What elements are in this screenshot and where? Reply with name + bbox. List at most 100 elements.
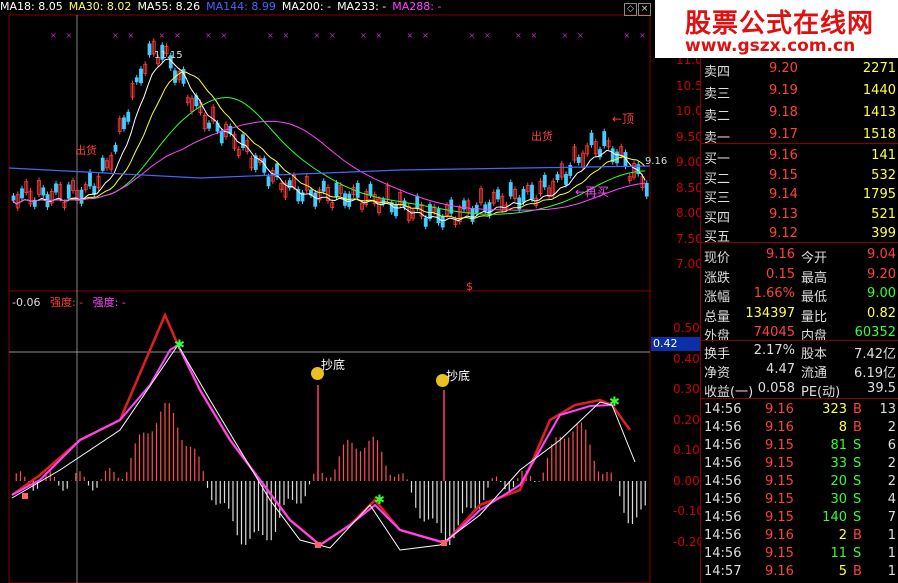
candle-body <box>11 195 16 201</box>
candle-body <box>100 157 105 171</box>
tick-side: B <box>853 420 862 435</box>
indicator-axis-tick: 0.10 <box>673 443 700 457</box>
panel-divider <box>701 242 898 243</box>
tick-price: 9.15 <box>765 474 794 489</box>
candle-body <box>368 183 373 196</box>
price-axis-tick: 7.50 <box>676 231 703 246</box>
quote-value: 74045 <box>753 325 795 340</box>
signal-cross-icon: × <box>469 31 476 40</box>
order-price: 9.18 <box>769 105 798 120</box>
candle-body <box>334 182 339 198</box>
tick-price: 9.15 <box>765 510 794 525</box>
order-book-row: 卖四 9.20 2271 <box>701 60 898 80</box>
candle-body <box>415 195 420 209</box>
order-book-row: 卖二 9.18 1413 <box>701 104 898 124</box>
tick-row: 14:56 9.16 2 B 1 <box>701 527 898 545</box>
signal-cross-icon: × <box>407 31 414 40</box>
restore-icon[interactable]: ◇ <box>624 3 637 16</box>
order-price: 9.19 <box>769 83 798 98</box>
stat-value: 4.47 <box>766 362 795 377</box>
sell-arrow-icon: ✱ <box>609 395 620 410</box>
signal-cross-icon: × <box>66 31 73 40</box>
top-signal-label: ←顶 <box>612 112 635 126</box>
candle-body <box>589 132 594 146</box>
order-book-row: 买五 9.12 399 <box>701 225 898 245</box>
tick-count: 6 <box>887 438 896 453</box>
order-price: 9.17 <box>769 127 798 142</box>
tick-side: B <box>853 528 862 543</box>
indicator-legend: -0.06 强度: - 强度: - <box>12 296 126 309</box>
signal-cross-icon: × <box>221 31 228 40</box>
ma-legend-item: MA55: 8.26 <box>137 0 201 13</box>
tick-count: 1 <box>887 528 896 543</box>
tick-volume: 30 <box>830 492 847 507</box>
quote-label: 现价 <box>704 251 731 266</box>
candle-body <box>20 188 24 199</box>
ma-line <box>11 71 646 220</box>
close-icon[interactable]: × <box>638 3 651 16</box>
tick-time: 14:56 <box>704 546 742 561</box>
last-price-tag: 9.16 <box>645 156 668 167</box>
quote-label: 量比 <box>801 309 828 325</box>
candle-body <box>126 111 131 122</box>
tick-time: 14:56 <box>704 474 742 489</box>
tick-row: 14:56 9.15 81 S 6 <box>701 437 898 455</box>
ma-legend-item: MA200: - <box>281 0 332 13</box>
tick-price: 9.16 <box>765 420 794 435</box>
indicator-axis-tick: 0.50 <box>673 321 700 335</box>
buy-marker-icon <box>22 493 28 499</box>
signal-cross-icon: × <box>267 31 274 40</box>
order-volume: 1518 <box>862 127 896 142</box>
candle-body <box>347 193 352 207</box>
candle-body <box>564 174 568 185</box>
order-price: 9.16 <box>769 148 798 163</box>
candle-body <box>113 144 118 152</box>
order-volume: 521 <box>871 206 896 222</box>
indicator-axis-tick: 0.30 <box>673 382 700 396</box>
signal-cross-icon: × <box>174 31 181 40</box>
tick-volume: 140 <box>822 510 847 525</box>
ma-line <box>11 97 646 215</box>
dollar-marker: $ <box>466 280 473 293</box>
price-axis-tick: 8.00 <box>676 206 703 220</box>
tick-count: 4 <box>887 492 896 507</box>
stat-value: 0.058 <box>757 381 795 396</box>
order-volume: 399 <box>871 226 896 241</box>
smiley-icon <box>311 367 324 380</box>
order-price: 9.12 <box>769 226 798 241</box>
ma-legend-item: MA18: 8.05 <box>0 0 63 13</box>
sell-arrow-icon: ✱ <box>174 338 185 353</box>
candle-body <box>496 189 500 200</box>
tick-count: 2 <box>887 474 896 489</box>
signal-cross-icon: × <box>422 31 429 40</box>
indicator-axis-tick: 0.00 <box>673 473 700 488</box>
tick-count: 1 <box>887 564 896 579</box>
tick-time: 14:56 <box>704 456 742 471</box>
candle-body <box>266 176 271 187</box>
order-book-row: 卖一 9.17 1518 <box>701 126 898 146</box>
tick-side: S <box>853 510 862 525</box>
chart-area[interactable]: ✱ ✱ ✱ × × × × × × × × × × × × × × × × × × × × × × × × <box>0 0 700 583</box>
stat-value: 6.19亿 <box>854 366 896 381</box>
signal-cross-icon: × <box>639 31 646 40</box>
tick-time: 14:56 <box>704 438 742 453</box>
candle-body <box>423 217 428 227</box>
stat-value: 2.17% <box>753 343 795 358</box>
candle-body <box>54 183 58 193</box>
smiley-icon <box>436 374 449 387</box>
signal-cross-icon: × <box>360 31 367 40</box>
price-axis-tick: 9.00 <box>676 155 703 169</box>
tick-time: 14:56 <box>704 402 742 417</box>
order-label: 卖二 <box>704 109 731 124</box>
bottom-signal-label-1: 抄底 <box>321 358 346 372</box>
signal-cross-icon: × <box>314 31 321 40</box>
order-book-row: 买一 9.16 141 <box>701 147 898 167</box>
quote-value: 134397 <box>745 305 795 321</box>
candle-body <box>321 180 326 192</box>
signal-cross-icon: × <box>283 31 290 40</box>
quote-value: 9.04 <box>867 247 896 262</box>
order-label: 买三 <box>704 191 731 206</box>
quote-value: 0.82 <box>867 305 896 321</box>
candle-body <box>470 208 475 222</box>
quote-value: 9.00 <box>867 286 896 301</box>
